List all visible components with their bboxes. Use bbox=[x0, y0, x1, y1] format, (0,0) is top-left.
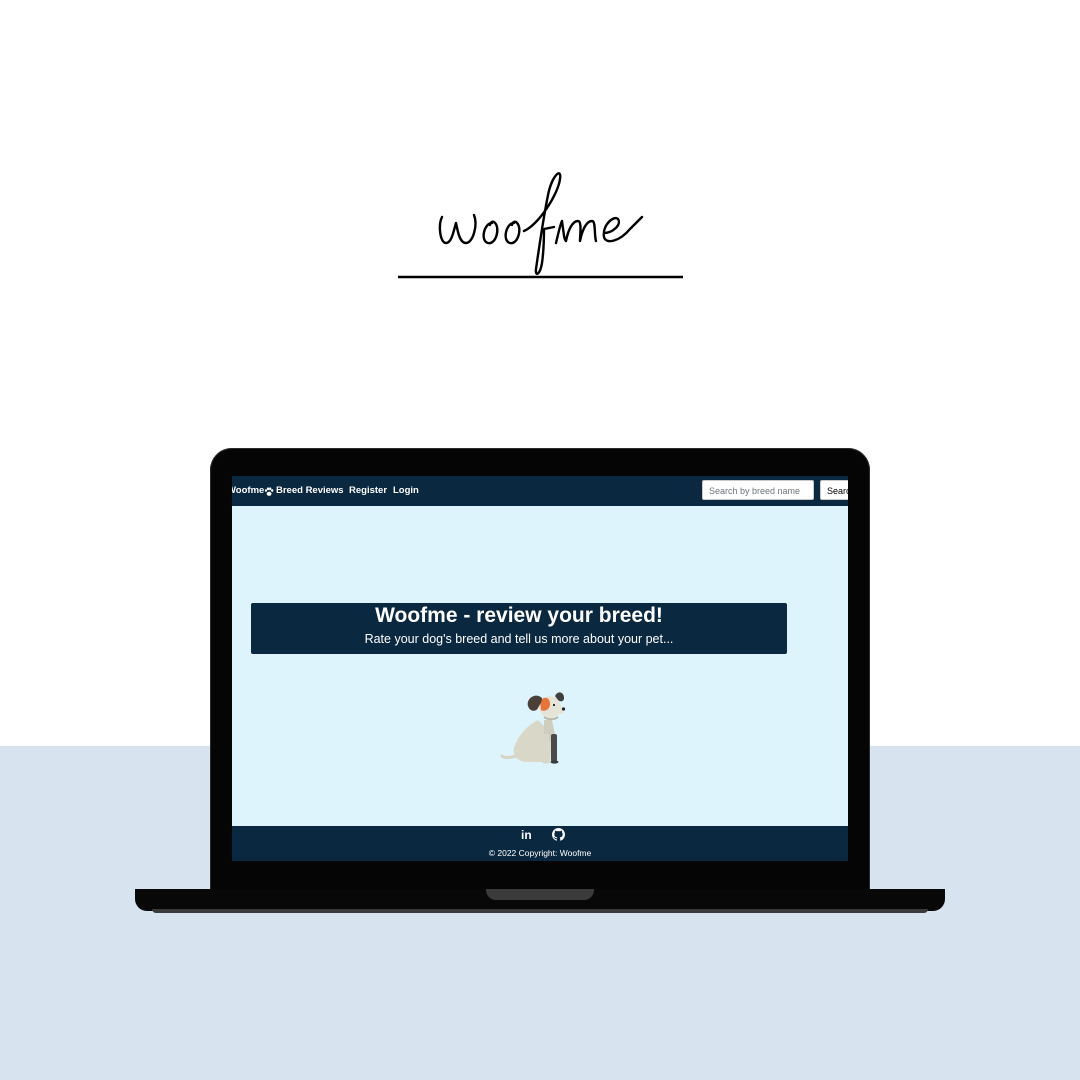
github-icon[interactable] bbox=[552, 828, 565, 846]
hero-subtitle: Rate your dog's breed and tell us more a… bbox=[364, 632, 674, 646]
woofme-handwritten-logo bbox=[398, 165, 684, 280]
navbar: Woofme Breed Reviews Register Login Sear… bbox=[232, 476, 848, 506]
laptop-notch bbox=[486, 889, 594, 900]
search-button[interactable]: Search bbox=[820, 480, 848, 500]
laptop-base-edge bbox=[152, 909, 928, 913]
nav-link-breed-reviews[interactable]: Breed Reviews bbox=[276, 485, 344, 496]
linkedin-icon[interactable]: in bbox=[521, 828, 532, 842]
hero-title: Woofme - review your breed! bbox=[375, 604, 663, 627]
search-input[interactable]: Search by breed name bbox=[702, 480, 814, 500]
paw-icon bbox=[264, 484, 274, 502]
nav-link-register[interactable]: Register bbox=[349, 485, 387, 496]
laptop-screen: Woofme Breed Reviews Register Login Sear… bbox=[232, 476, 848, 861]
footer-copyright: © 2022 Copyright: Woofme bbox=[488, 848, 592, 858]
nav-link-login[interactable]: Login bbox=[393, 485, 419, 496]
footer: in © 2022 Copyright: Woofme bbox=[232, 826, 848, 861]
navbar-brand[interactable]: Woofme bbox=[232, 485, 264, 496]
dog-illustration bbox=[500, 690, 572, 769]
hero-banner: Woofme - review your breed! Rate your do… bbox=[251, 603, 787, 654]
